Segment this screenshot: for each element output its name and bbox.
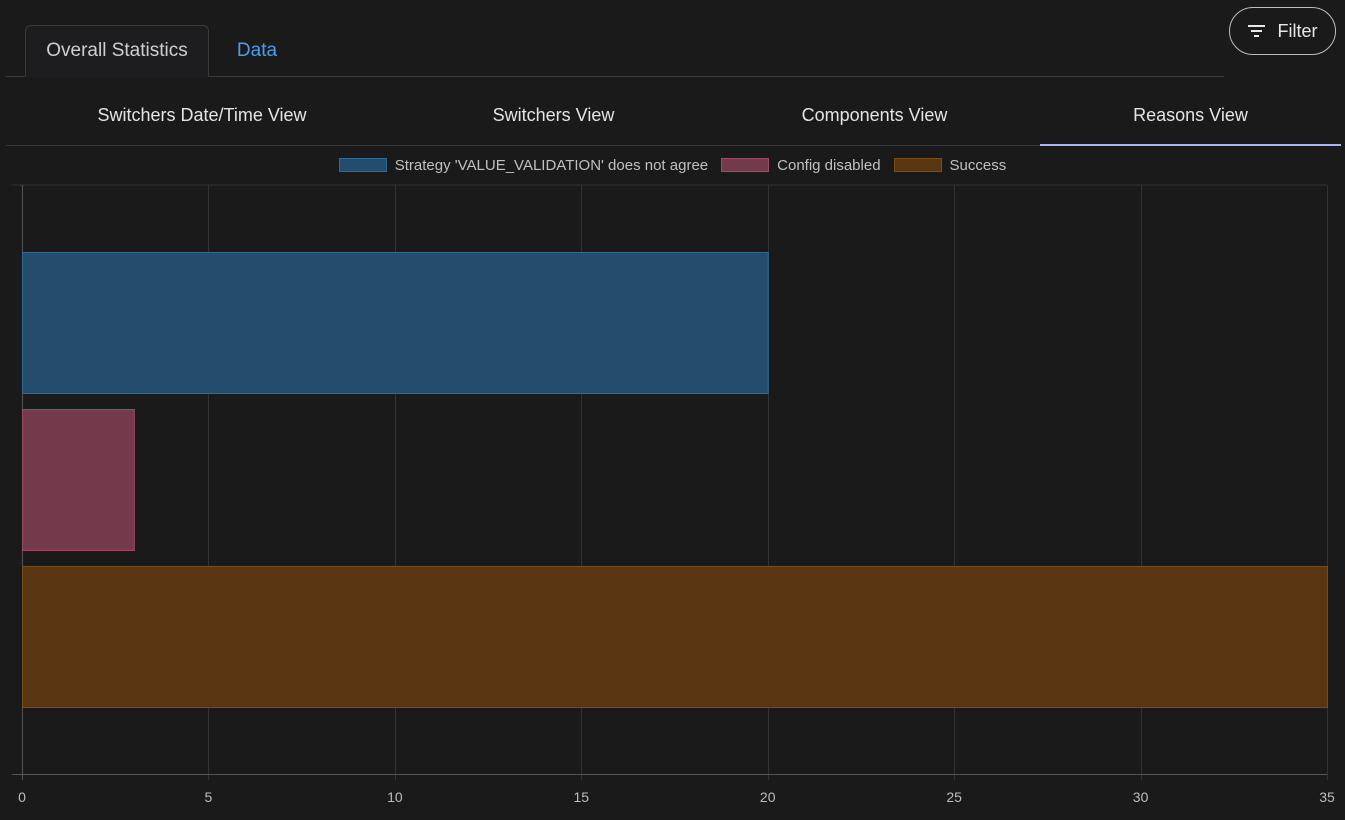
x-tick-label: 20 <box>760 789 776 805</box>
legend-label-success: Success <box>949 156 1007 174</box>
legend-swatch-success <box>893 158 942 172</box>
filter-label: Filter <box>1277 20 1318 41</box>
tab-switchers-view[interactable]: Switchers View <box>398 86 709 145</box>
x-tick-label: 35 <box>1319 789 1335 805</box>
tab-reasons-view[interactable]: Reasons View <box>1040 86 1341 146</box>
x-tick-label: 25 <box>946 789 962 805</box>
filter-icon <box>1247 24 1266 38</box>
top-tab-bar: Overall Statistics Data <box>6 0 1224 77</box>
tab-components-view[interactable]: Components View <box>709 86 1040 145</box>
legend-swatch-config-disabled <box>721 158 770 172</box>
legend-label-config-disabled: Config disabled <box>777 156 881 174</box>
bar <box>22 409 135 551</box>
tab-switchers-datetime-view[interactable]: Switchers Date/Time View <box>6 86 398 145</box>
bar <box>22 252 769 394</box>
legend-item-config-disabled[interactable]: Config disabled <box>721 156 881 174</box>
x-tick-label: 0 <box>18 789 26 805</box>
sub-tab-bar: Switchers Date/Time View Switchers View … <box>6 86 1341 146</box>
legend-swatch-value-validation <box>338 158 387 172</box>
legend-label-value-validation: Strategy 'VALUE_VALIDATION' does not agr… <box>394 156 709 174</box>
bar <box>22 566 1328 708</box>
app-root: Overall Statistics Data Filter Switchers… <box>0 0 1345 820</box>
chart-legend: Strategy 'VALUE_VALIDATION' does not agr… <box>0 154 1345 176</box>
x-tick-label: 15 <box>573 789 589 805</box>
x-tick-label: 30 <box>1133 789 1149 805</box>
filter-button[interactable]: Filter <box>1229 7 1336 55</box>
x-tick-label: 5 <box>205 789 213 805</box>
x-tick-label: 10 <box>387 789 403 805</box>
legend-item-value-validation[interactable]: Strategy 'VALUE_VALIDATION' does not agr… <box>338 156 709 174</box>
tab-overall-statistics[interactable]: Overall Statistics <box>25 25 209 77</box>
tab-data[interactable]: Data <box>212 25 302 76</box>
legend-item-success[interactable]: Success <box>893 156 1007 174</box>
reasons-bar-chart: 0 5 10 15 20 25 30 35 <box>12 184 1335 805</box>
